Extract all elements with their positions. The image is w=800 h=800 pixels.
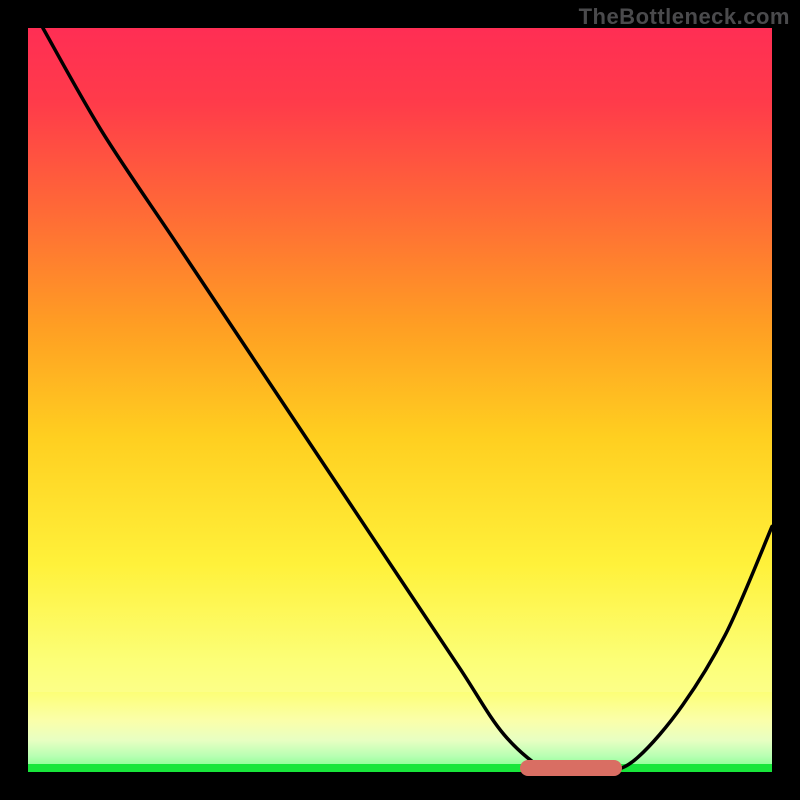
bottleneck-curve <box>28 28 772 772</box>
highlight-marker <box>520 760 622 776</box>
plot-area <box>28 28 772 772</box>
watermark-text: TheBottleneck.com <box>579 4 790 30</box>
